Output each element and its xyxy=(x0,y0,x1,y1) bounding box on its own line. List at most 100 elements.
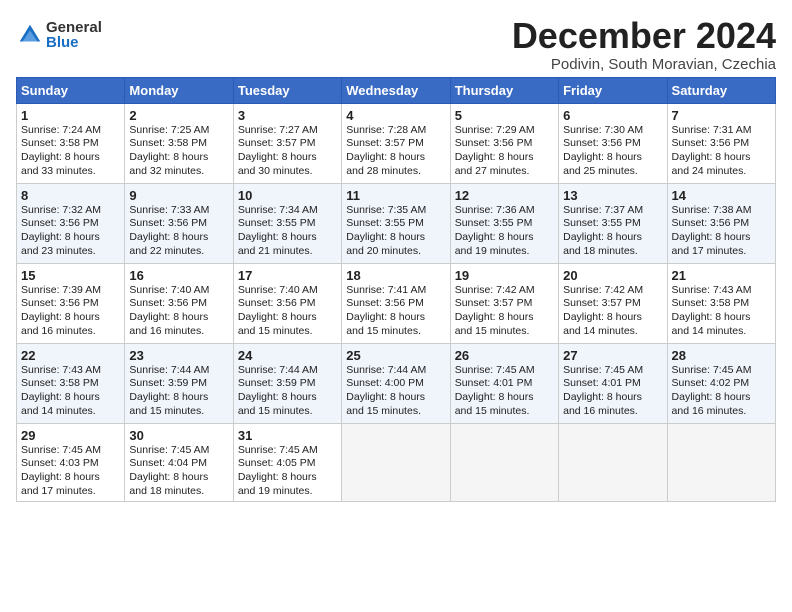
day-info: Daylight: 8 hours xyxy=(455,391,554,405)
day-info: Sunset: 3:55 PM xyxy=(238,217,337,231)
logo-text: General Blue xyxy=(46,20,102,50)
day-number: 2 xyxy=(129,108,228,123)
calendar-cell: 22Sunrise: 7:43 AMSunset: 3:58 PMDayligh… xyxy=(17,343,125,423)
day-info: and 33 minutes. xyxy=(21,165,120,179)
day-info: Sunrise: 7:32 AM xyxy=(21,204,120,218)
day-number: 20 xyxy=(563,268,662,283)
day-info: and 15 minutes. xyxy=(238,325,337,339)
day-info: and 15 minutes. xyxy=(346,405,445,419)
day-number: 18 xyxy=(346,268,445,283)
header-tuesday: Tuesday xyxy=(233,77,341,103)
calendar-cell: 13Sunrise: 7:37 AMSunset: 3:55 PMDayligh… xyxy=(559,183,667,263)
day-info: Sunset: 4:01 PM xyxy=(455,377,554,391)
day-info: Sunrise: 7:45 AM xyxy=(563,364,662,378)
day-info: Sunrise: 7:35 AM xyxy=(346,204,445,218)
day-info: Daylight: 8 hours xyxy=(21,471,120,485)
calendar-cell xyxy=(450,423,558,502)
calendar-cell: 19Sunrise: 7:42 AMSunset: 3:57 PMDayligh… xyxy=(450,263,558,343)
day-info: Daylight: 8 hours xyxy=(672,231,771,245)
day-number: 15 xyxy=(21,268,120,283)
day-info: Daylight: 8 hours xyxy=(346,391,445,405)
day-info: and 24 minutes. xyxy=(672,165,771,179)
calendar-cell: 2Sunrise: 7:25 AMSunset: 3:58 PMDaylight… xyxy=(125,103,233,183)
calendar-cell: 31Sunrise: 7:45 AMSunset: 4:05 PMDayligh… xyxy=(233,423,341,502)
day-info: Daylight: 8 hours xyxy=(563,311,662,325)
header-thursday: Thursday xyxy=(450,77,558,103)
day-info: Sunrise: 7:44 AM xyxy=(129,364,228,378)
day-info: Daylight: 8 hours xyxy=(21,151,120,165)
day-info: Sunset: 3:56 PM xyxy=(346,297,445,311)
day-number: 7 xyxy=(672,108,771,123)
calendar-cell: 18Sunrise: 7:41 AMSunset: 3:56 PMDayligh… xyxy=(342,263,450,343)
day-info: Sunset: 3:56 PM xyxy=(238,297,337,311)
calendar-week-row: 15Sunrise: 7:39 AMSunset: 3:56 PMDayligh… xyxy=(17,263,776,343)
day-number: 16 xyxy=(129,268,228,283)
day-number: 28 xyxy=(672,348,771,363)
day-info: Sunset: 3:58 PM xyxy=(129,137,228,151)
day-number: 9 xyxy=(129,188,228,203)
day-info: and 19 minutes. xyxy=(455,245,554,259)
day-info: Sunrise: 7:30 AM xyxy=(563,124,662,138)
calendar-cell: 14Sunrise: 7:38 AMSunset: 3:56 PMDayligh… xyxy=(667,183,775,263)
day-info: Sunrise: 7:45 AM xyxy=(672,364,771,378)
day-info: Daylight: 8 hours xyxy=(129,311,228,325)
day-info: and 21 minutes. xyxy=(238,245,337,259)
day-info: Sunset: 3:57 PM xyxy=(563,297,662,311)
day-info: Sunrise: 7:44 AM xyxy=(346,364,445,378)
day-info: and 22 minutes. xyxy=(129,245,228,259)
day-info: Daylight: 8 hours xyxy=(563,391,662,405)
main-container: General Blue December 2024 Podivin, Sout… xyxy=(0,0,792,510)
day-number: 13 xyxy=(563,188,662,203)
day-info: Sunrise: 7:44 AM xyxy=(238,364,337,378)
calendar-cell: 7Sunrise: 7:31 AMSunset: 3:56 PMDaylight… xyxy=(667,103,775,183)
day-info: Sunrise: 7:45 AM xyxy=(238,444,337,458)
day-info: Sunset: 3:56 PM xyxy=(563,137,662,151)
calendar-table: Sunday Monday Tuesday Wednesday Thursday… xyxy=(16,77,776,503)
day-info: Sunrise: 7:41 AM xyxy=(346,284,445,298)
day-info: Daylight: 8 hours xyxy=(563,151,662,165)
day-info: Daylight: 8 hours xyxy=(455,151,554,165)
day-number: 26 xyxy=(455,348,554,363)
calendar-cell: 3Sunrise: 7:27 AMSunset: 3:57 PMDaylight… xyxy=(233,103,341,183)
day-info: Sunrise: 7:31 AM xyxy=(672,124,771,138)
day-info: Daylight: 8 hours xyxy=(346,231,445,245)
day-info: Sunset: 4:00 PM xyxy=(346,377,445,391)
day-info: Sunrise: 7:25 AM xyxy=(129,124,228,138)
day-number: 3 xyxy=(238,108,337,123)
calendar-cell: 15Sunrise: 7:39 AMSunset: 3:56 PMDayligh… xyxy=(17,263,125,343)
day-info: and 30 minutes. xyxy=(238,165,337,179)
day-info: Daylight: 8 hours xyxy=(21,311,120,325)
day-info: Sunset: 3:55 PM xyxy=(455,217,554,231)
day-info: Sunrise: 7:29 AM xyxy=(455,124,554,138)
day-number: 31 xyxy=(238,428,337,443)
calendar-cell xyxy=(667,423,775,502)
day-info: Daylight: 8 hours xyxy=(21,391,120,405)
day-number: 19 xyxy=(455,268,554,283)
day-info: Sunset: 3:59 PM xyxy=(238,377,337,391)
calendar-cell: 6Sunrise: 7:30 AMSunset: 3:56 PMDaylight… xyxy=(559,103,667,183)
day-info: Daylight: 8 hours xyxy=(238,151,337,165)
calendar-cell: 10Sunrise: 7:34 AMSunset: 3:55 PMDayligh… xyxy=(233,183,341,263)
day-info: and 16 minutes. xyxy=(21,325,120,339)
day-info: and 15 minutes. xyxy=(455,405,554,419)
calendar-week-row: 29Sunrise: 7:45 AMSunset: 4:03 PMDayligh… xyxy=(17,423,776,502)
header-sunday: Sunday xyxy=(17,77,125,103)
day-number: 6 xyxy=(563,108,662,123)
calendar-cell: 25Sunrise: 7:44 AMSunset: 4:00 PMDayligh… xyxy=(342,343,450,423)
weekday-header-row: Sunday Monday Tuesday Wednesday Thursday… xyxy=(17,77,776,103)
day-info: Sunset: 4:03 PM xyxy=(21,457,120,471)
logo-blue: Blue xyxy=(46,35,102,50)
day-number: 21 xyxy=(672,268,771,283)
calendar-week-row: 22Sunrise: 7:43 AMSunset: 3:58 PMDayligh… xyxy=(17,343,776,423)
day-info: Sunset: 3:56 PM xyxy=(672,137,771,151)
day-info: Sunrise: 7:43 AM xyxy=(672,284,771,298)
day-info: Daylight: 8 hours xyxy=(455,231,554,245)
day-info: and 15 minutes. xyxy=(455,325,554,339)
day-info: Sunrise: 7:24 AM xyxy=(21,124,120,138)
day-number: 12 xyxy=(455,188,554,203)
day-info: Sunrise: 7:42 AM xyxy=(563,284,662,298)
calendar-cell: 12Sunrise: 7:36 AMSunset: 3:55 PMDayligh… xyxy=(450,183,558,263)
day-info: Sunrise: 7:43 AM xyxy=(21,364,120,378)
day-info: and 27 minutes. xyxy=(455,165,554,179)
day-info: and 23 minutes. xyxy=(21,245,120,259)
